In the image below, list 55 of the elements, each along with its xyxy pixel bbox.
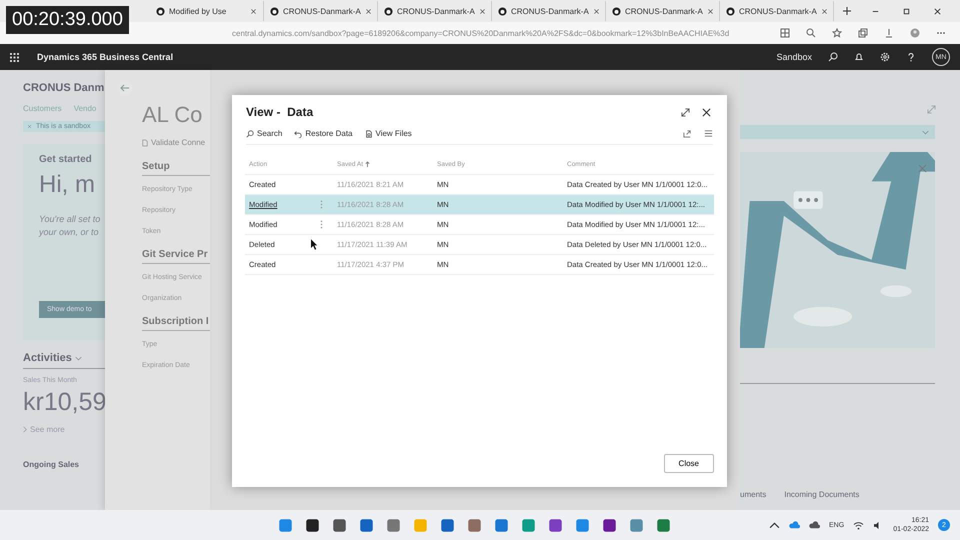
- close-icon[interactable]: [933, 6, 942, 16]
- company-name: CRONUS Danm: [23, 82, 105, 94]
- cloud-icon[interactable]: [789, 520, 800, 530]
- collections-icon[interactable]: [858, 28, 868, 38]
- browser-tab[interactable]: CRONUS-Danmark-A: [720, 1, 834, 21]
- intro-text: You're all set to your own, or to: [39, 213, 102, 239]
- undo-icon: [294, 130, 302, 138]
- cloud-icon[interactable]: [809, 520, 820, 530]
- app-title: Dynamics 365 Business Central: [37, 52, 174, 62]
- close-icon[interactable]: [250, 8, 257, 14]
- star-icon[interactable]: [832, 28, 842, 38]
- browser-tab[interactable]: CRONUS-Danmark-A: [378, 1, 492, 21]
- settings-icon[interactable]: [880, 52, 890, 62]
- close-icon[interactable]: [478, 8, 486, 14]
- close-icon[interactable]: [706, 8, 714, 14]
- close-icon[interactable]: [702, 108, 711, 116]
- app-launcher-icon[interactable]: [10, 52, 19, 62]
- list-icon[interactable]: [704, 129, 713, 138]
- mouse-pointer-icon: [311, 239, 318, 250]
- environment-label: Sandbox: [776, 52, 812, 62]
- profile-icon[interactable]: [910, 28, 920, 38]
- toolbar-button[interactable]: Restore Data: [294, 129, 352, 138]
- dialog-title: View - Data: [246, 105, 314, 119]
- more-options-icon[interactable]: [320, 220, 323, 229]
- toolbar-button[interactable]: Search: [246, 129, 282, 138]
- browser-tab[interactable]: CRONUS-Danmark-A: [606, 1, 720, 21]
- zoom-icon[interactable]: [806, 28, 816, 38]
- caret-up-icon[interactable]: [769, 520, 780, 530]
- expand-icon[interactable]: [681, 108, 690, 116]
- wifi-icon[interactable]: [853, 520, 864, 530]
- close-icon[interactable]: [820, 8, 828, 14]
- close-icon[interactable]: [592, 8, 600, 14]
- activities-heading[interactable]: Activities: [23, 352, 72, 364]
- share-icon[interactable]: [683, 129, 692, 138]
- section-heading: Incoming Documents: [784, 490, 860, 499]
- ongoing-sales-heading: Ongoing Sales: [23, 460, 80, 469]
- close-icon[interactable]: [364, 8, 372, 14]
- restore-icon[interactable]: [902, 6, 911, 16]
- card-title: Get started: [39, 154, 93, 165]
- toolbar-button[interactable]: View Files: [364, 129, 412, 138]
- greeting: Hi, m: [39, 171, 96, 199]
- sort-arrow-icon: [365, 161, 370, 168]
- new-tab-icon[interactable]: [842, 6, 852, 16]
- help-icon[interactable]: [906, 52, 916, 62]
- browser-tab[interactable]: Modified by Use: [150, 1, 264, 21]
- document-icon: [364, 130, 372, 138]
- kpi-value: kr10,59: [23, 388, 105, 417]
- section-heading: uments: [740, 490, 766, 499]
- browser-tab[interactable]: CRONUS-Danmark-A: [492, 1, 606, 21]
- grid-icon[interactable]: [780, 28, 790, 38]
- video-timestamp: 00:20:39.000: [6, 6, 129, 34]
- bell-icon[interactable]: [854, 52, 864, 62]
- page-title: AL Co: [142, 102, 204, 128]
- browser-tab[interactable]: CRONUS-Danmark-A: [264, 1, 378, 21]
- close-button[interactable]: Close: [664, 454, 714, 473]
